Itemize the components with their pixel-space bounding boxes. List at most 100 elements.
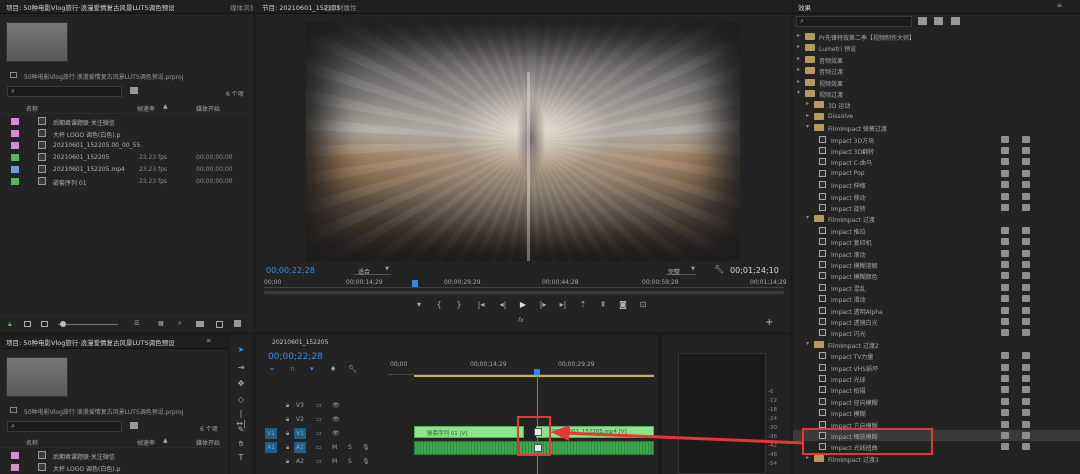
automate-icon[interactable]: ▦ bbox=[158, 320, 164, 327]
lock-icon[interactable]: 🔒︎ bbox=[8, 320, 12, 329]
solo-icon[interactable]: S bbox=[348, 458, 352, 465]
effect-item[interactable]: Impact VHS损坏 bbox=[793, 362, 1080, 373]
track-target[interactable]: V3 bbox=[294, 400, 306, 411]
effect-item[interactable]: Impact 复印机 bbox=[793, 236, 1080, 247]
effect-folder[interactable]: ▾ FilmImpact 过渡 bbox=[793, 213, 1080, 224]
toggle-output-icon[interactable]: M bbox=[332, 444, 337, 451]
effect-item[interactable]: Impact 推拉 bbox=[793, 225, 1080, 236]
effect-item[interactable]: Impact 移动 bbox=[793, 191, 1080, 202]
sync-lock-icon[interactable]: ▭ bbox=[316, 416, 322, 423]
tab-project-2[interactable]: 项目: 50种电影Vlog旅行·浪漫爱情复古风景LUTS调色预设 bbox=[6, 337, 175, 347]
timeline-tab[interactable]: 20210601_152205 bbox=[272, 339, 328, 346]
track-target[interactable]: V2 bbox=[294, 414, 306, 425]
step-forward-icon[interactable]: |▸ bbox=[538, 300, 548, 310]
work-area-bar[interactable] bbox=[414, 375, 654, 377]
mark-in-icon[interactable]: { bbox=[434, 300, 444, 310]
fit-dropdown[interactable]: 适合 ▼ bbox=[354, 266, 391, 276]
sort-icon[interactable]: ☰ bbox=[134, 320, 139, 327]
effect-folder[interactable]: ▸ Dissolve bbox=[793, 111, 1080, 122]
tab-metadata[interactable]: 旧素材属性 bbox=[324, 2, 357, 12]
program-timecode[interactable]: 00;00;22;28 bbox=[266, 266, 315, 275]
playhead-marker[interactable] bbox=[412, 280, 418, 287]
play-icon[interactable]: ▶ bbox=[518, 300, 528, 310]
effect-item[interactable]: Impact 旋转 bbox=[793, 202, 1080, 213]
effect-folder[interactable]: ▸ 音频过渡 bbox=[793, 65, 1080, 76]
effect-item[interactable]: Impact 径向模糊 bbox=[793, 396, 1080, 407]
track-target[interactable]: A1 bbox=[294, 442, 306, 453]
effect-item[interactable]: Impact 透镜白光 bbox=[793, 316, 1080, 327]
effect-folder[interactable]: ▸ Pr先锋特效第二季【视频制作大师】 bbox=[793, 31, 1080, 42]
menu-icon[interactable]: ≡ bbox=[206, 337, 211, 344]
track-header[interactable]: 🔒︎ V2 ▭ 👁︎ bbox=[256, 413, 388, 426]
chevron-down-icon[interactable]: ▾ bbox=[806, 123, 809, 130]
effect-folder[interactable]: ▸ 音频效果 bbox=[793, 54, 1080, 65]
new-bin-icon[interactable] bbox=[130, 87, 138, 94]
add-marker-icon[interactable]: ▾ bbox=[414, 300, 424, 310]
linked-selection-icon[interactable]: ∩ bbox=[290, 365, 295, 373]
track-header[interactable]: A1 🔒︎ A1 ▭ M S 🎙︎ bbox=[256, 441, 388, 454]
track-select-tool-icon[interactable]: ⇥ bbox=[236, 363, 246, 373]
add-button-icon[interactable]: + bbox=[765, 317, 773, 328]
list-item[interactable]: 嵌套序列 01 23.23 fps 00;00;00;00 bbox=[0, 175, 253, 187]
selection-tool-icon[interactable]: ➤ bbox=[236, 345, 246, 355]
chevron-right-icon[interactable]: ▸ bbox=[806, 112, 809, 119]
add-marker-icon[interactable]: ▾ bbox=[310, 365, 314, 373]
effect-item[interactable]: Impact 透明Alpha bbox=[793, 305, 1080, 316]
quality-dropdown[interactable]: 完整 ▼ bbox=[666, 266, 696, 276]
clear-icon[interactable] bbox=[234, 320, 241, 327]
effect-folder[interactable]: ▾ 视频过渡 bbox=[793, 88, 1080, 99]
solo-icon[interactable]: S bbox=[348, 444, 352, 451]
effect-item[interactable]: Impact 滚动 bbox=[793, 248, 1080, 259]
type-tool-icon[interactable]: T bbox=[236, 453, 246, 463]
compare-icon[interactable]: ⊡ bbox=[638, 300, 648, 310]
snap-icon[interactable]: ⌖ bbox=[270, 365, 274, 374]
track-target[interactable]: A2 bbox=[294, 456, 306, 467]
chevron-down-icon[interactable]: ▾ bbox=[806, 340, 809, 347]
list-item[interactable]: 大杯 LOGO 调色(白色).p bbox=[0, 127, 253, 139]
lock-icon[interactable]: 🔒︎ bbox=[286, 458, 289, 466]
chevron-right-icon[interactable]: ▸ bbox=[806, 100, 809, 107]
effect-item[interactable]: Impact TV力量 bbox=[793, 350, 1080, 361]
chevron-right-icon[interactable]: ▸ bbox=[797, 43, 800, 50]
effect-folder[interactable]: ▾ FilmImpact 弹簧过渡 bbox=[793, 122, 1080, 133]
extract-icon[interactable]: ⇞ bbox=[598, 300, 608, 310]
video-clip-second[interactable]: 20210601_152205.mp4 [V] bbox=[536, 426, 654, 438]
lock-icon[interactable]: 🔒︎ bbox=[286, 416, 289, 424]
ripple-edit-tool-icon[interactable]: ✥ bbox=[236, 379, 246, 389]
column-name[interactable]: 名称 bbox=[26, 438, 38, 447]
new-bin-icon[interactable] bbox=[130, 422, 138, 429]
toggle-output-icon[interactable]: 👁︎ bbox=[332, 402, 340, 409]
wrench-icon[interactable]: 🔧︎ bbox=[714, 265, 724, 274]
step-back-icon[interactable]: ◂| bbox=[498, 300, 508, 310]
column-frame-rate[interactable]: 帧速率 bbox=[137, 104, 155, 113]
effect-folder[interactable]: ▸ Lumetri 预设 bbox=[793, 42, 1080, 53]
project-search-input[interactable]: ⌕ bbox=[7, 86, 122, 97]
mark-out-icon[interactable]: } bbox=[454, 300, 464, 310]
program-video-frame[interactable] bbox=[306, 22, 740, 261]
lock-icon[interactable]: 🔒︎ bbox=[286, 430, 289, 438]
tab-effects[interactable]: 效果 bbox=[798, 2, 811, 12]
chevron-right-icon[interactable]: ▸ bbox=[797, 55, 800, 62]
video-clip-nested-sequence[interactable]: 嵌套序列 01 [V] bbox=[414, 426, 524, 438]
effect-item[interactable]: Impact 模糊颜色 bbox=[793, 270, 1080, 281]
track-header[interactable]: 🔒︎ A2 ▭ M S 🎙︎ bbox=[256, 455, 388, 468]
sync-lock-icon[interactable]: ▭ bbox=[316, 458, 322, 465]
source-patch[interactable]: V1 bbox=[265, 428, 277, 439]
effect-item[interactable]: Impact 3D翻转 bbox=[793, 145, 1080, 156]
track-target[interactable]: V1 bbox=[294, 428, 306, 439]
list-view-icon[interactable] bbox=[24, 321, 31, 327]
new-item-folder-icon[interactable] bbox=[196, 321, 204, 327]
toggle-output-icon[interactable]: 👁︎ bbox=[332, 416, 340, 423]
razor-tool-icon[interactable]: ◇ bbox=[236, 395, 246, 405]
chevron-down-icon[interactable]: ▾ bbox=[806, 214, 809, 221]
zoom-slider-handle[interactable] bbox=[60, 321, 66, 327]
effect-folder[interactable]: ▾ FilmImpact 过渡2 bbox=[793, 339, 1080, 350]
marker-icon[interactable]: ♦ bbox=[330, 365, 336, 373]
menu-icon[interactable]: ≡ bbox=[1057, 2, 1062, 9]
hand-tool-icon[interactable]: ✋︎ bbox=[236, 439, 246, 449]
effect-item[interactable]: Impact 闪光 bbox=[793, 327, 1080, 338]
list-item[interactable]: 20210601_152205.mp4 23.23 fps 00;00;00;00 bbox=[0, 163, 253, 175]
microphone-icon[interactable]: 🎙︎ bbox=[362, 458, 370, 465]
timeline-ruler[interactable]: 00;00 00;00;14;29 00;00;29;29 bbox=[388, 357, 654, 375]
go-to-out-icon[interactable]: ▸| bbox=[558, 300, 568, 310]
